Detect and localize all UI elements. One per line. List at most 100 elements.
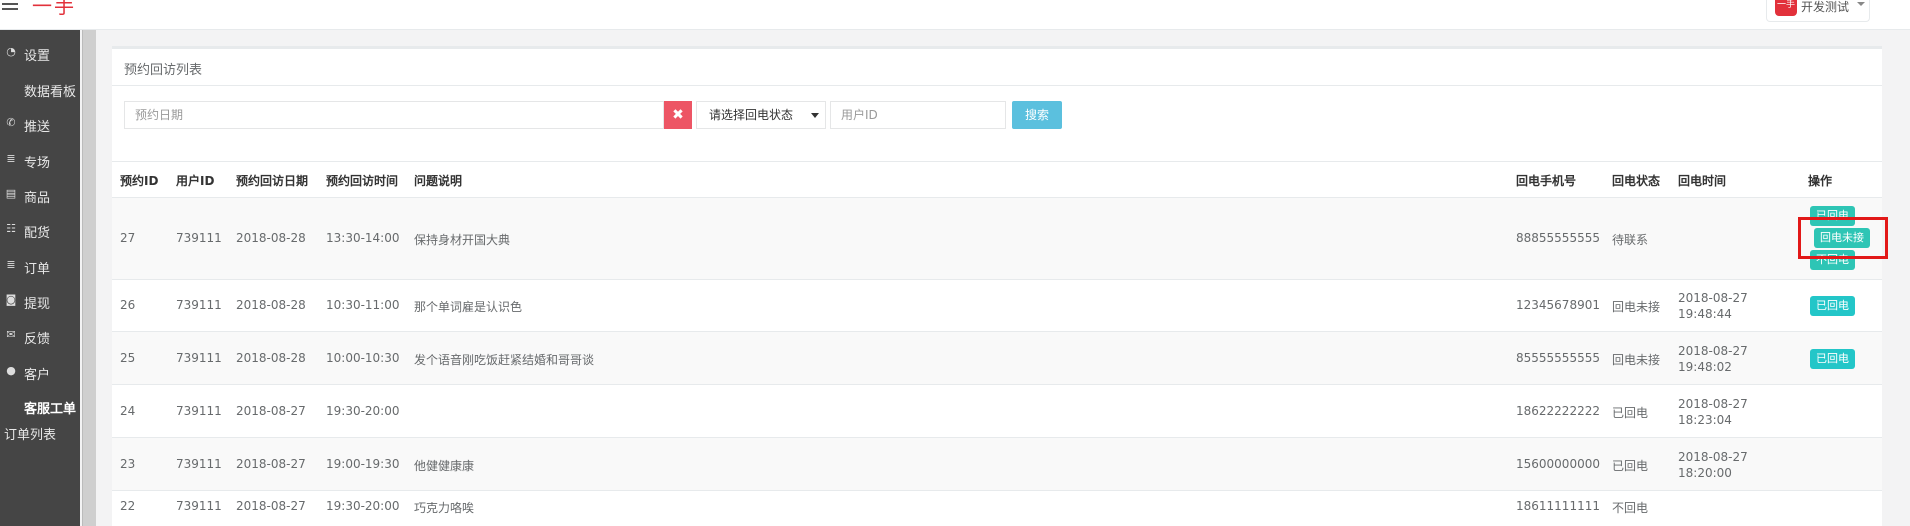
cell-callback-time: 2018-08-27 19:48:44 (1678, 290, 1748, 322)
cell-time: 10:00-10:30 (326, 350, 400, 365)
user-menu[interactable]: 一手 开发测试 (1766, 0, 1870, 22)
cell-user-id: 739111 (176, 298, 222, 312)
cell-id: 24 (120, 403, 136, 418)
callback-date: 2018-08-27 (1678, 291, 1748, 305)
cell-date: 2018-08-27 (236, 499, 306, 513)
column-header[interactable]: 预约ID (120, 172, 158, 189)
search-button[interactable]: 搜索 (1012, 101, 1062, 129)
cell-time: 19:30-20:00 (326, 403, 400, 418)
cell-desc: 他健健康康 (414, 458, 475, 473)
column-header[interactable]: 回电状态 (1612, 172, 1660, 189)
sidebar-item-11[interactable]: 订单列表 (0, 414, 80, 450)
cell-date: 2018-08-28 (236, 231, 306, 245)
panel-title: 预约回访列表 (124, 63, 203, 78)
top-navbar: 一手 一手 开发测试 (0, 0, 1910, 30)
sidebar-item-4[interactable]: ▤ 商品 (0, 177, 80, 213)
cell-desc: 巧克力咯唉 (414, 501, 475, 515)
cell-callback-time: 2018-08-27 18:23:04 (1678, 396, 1748, 428)
cell-desc: 保持身材开国大典 (414, 233, 511, 247)
cell-time: 13:30-14:00 (326, 231, 400, 245)
cell-user-id: 739111 (176, 231, 222, 245)
sidebar-item-label: 专场 (24, 156, 51, 171)
clear-date-button[interactable]: ✖ (664, 101, 692, 129)
cell-user-id: 739111 (176, 403, 222, 418)
cell-id: 23 (120, 456, 136, 471)
cell-desc: 发个语音刚吃饭赶紧结婚和哥哥谈 (414, 352, 595, 367)
select-value: 请选择回电状态 (709, 108, 794, 122)
list-ol-icon: ☷ (6, 222, 16, 235)
cell-status: 已回电 (1612, 405, 1649, 420)
callback-date: 2018-08-27 (1678, 449, 1748, 464)
sidebar-item-5[interactable]: ☷ 配货 (0, 212, 80, 248)
hamburger-menu-icon[interactable] (2, 0, 18, 14)
table-row: 22 739111 2018-08-27 19:30-20:00 巧克力咯唉 186111… (112, 490, 1882, 526)
cell-id: 25 (120, 350, 136, 365)
column-header[interactable]: 问题说明 (414, 172, 462, 189)
table-icon: ▤ (5, 187, 17, 200)
cell-phone: 18622222222 (1516, 403, 1600, 418)
table-row: 25 739111 2018-08-28 10:00-10:30 发个语音刚吃饭赶紧结婚… (112, 331, 1882, 384)
user-icon: ● (6, 364, 16, 377)
user-id-input[interactable]: 用户ID (830, 101, 1006, 129)
cell-date: 2018-08-27 (236, 456, 306, 471)
sidebar-item-2[interactable]: ✆ 推送 (0, 106, 80, 142)
list-icon: ≣ (6, 258, 16, 271)
cell-time: 10:30-11:00 (326, 298, 400, 312)
user-name: 开发测试 (1801, 0, 1850, 14)
cell-status: 已回电 (1612, 458, 1649, 473)
column-header[interactable]: 用户ID (176, 172, 214, 189)
sidebar-item-label: 反馈 (24, 332, 51, 347)
cell-phone: 12345678901 (1516, 298, 1600, 312)
called-back-button[interactable]: 已回电 (1810, 296, 1855, 316)
sidebar-scrollbar[interactable] (82, 30, 96, 526)
app-logo[interactable]: 一手 (32, 0, 76, 19)
cell-phone: 88855555555 (1516, 231, 1600, 245)
cell-status: 待联系 (1612, 233, 1649, 247)
sidebar-item-8[interactable]: ✉ 反馈 (0, 318, 80, 354)
money-icon: ◙ (5, 293, 17, 306)
sidebar-item-label: 商品 (24, 191, 51, 206)
sidebar-item-label: 订单列表 (4, 428, 57, 443)
sidebar-item-label: 订单 (24, 262, 51, 277)
cell-phone: 85555555555 (1516, 350, 1600, 365)
column-header[interactable]: 预约回访时间 (326, 172, 398, 189)
column-header[interactable]: 回电手机号 (1516, 172, 1576, 189)
cell-date: 2018-08-28 (236, 350, 306, 365)
appointment-date-input[interactable]: 预约日期 (124, 101, 664, 129)
cell-id: 26 (120, 298, 136, 312)
sidebar-item-7[interactable]: ◙ 提现 (0, 283, 80, 319)
sidebar-item-9[interactable]: ● 客户 (0, 354, 80, 390)
cell-phone: 15600000000 (1516, 456, 1600, 471)
table-row: 24 739111 2018-08-27 19:30-20:00 18622222222… (112, 384, 1882, 437)
callback-status-select[interactable]: 请选择回电状态 (696, 101, 826, 129)
callback-date: 2018-08-27 (1678, 343, 1748, 358)
called-back-button[interactable]: 已回电 (1810, 348, 1855, 369)
sidebar-item-0[interactable]: ◔ 设置 (0, 35, 80, 71)
dashboard-icon: ◔ (6, 45, 16, 58)
column-header[interactable]: 操作 (1808, 172, 1832, 189)
sidebar-item-label: 提现 (24, 297, 51, 312)
cell-date: 2018-08-28 (236, 298, 306, 312)
cell-user-id: 739111 (176, 456, 222, 471)
list-icon: ≣ (6, 152, 16, 165)
caret-down-icon (1857, 2, 1865, 6)
cell-callback-time: 2018-08-27 18:20:00 (1678, 449, 1748, 481)
cell-status: 不回电 (1612, 501, 1649, 515)
column-header[interactable]: 预约回访日期 (236, 172, 308, 189)
sidebar-item-3[interactable]: ≣ 专场 (0, 142, 80, 178)
cell-id: 22 (120, 499, 136, 513)
sidebar-item-label: 配货 (24, 226, 51, 241)
cell-time: 19:00-19:30 (326, 456, 400, 471)
sidebar-item-6[interactable]: ≣ 订单 (0, 248, 80, 284)
callback-clock: 18:20:00 (1678, 465, 1732, 480)
cell-status: 回电未接 (1612, 352, 1661, 367)
sidebar-item-1[interactable]: 数据看板 (0, 71, 80, 107)
column-header[interactable]: 回电时间 (1678, 172, 1726, 189)
sidebar-item-label: 推送 (24, 120, 51, 135)
highlight-frame (1798, 217, 1888, 259)
cell-user-id: 739111 (176, 350, 222, 365)
cell-callback-time: 2018-08-27 19:48:02 (1678, 343, 1748, 375)
table-row: 26 739111 2018-08-28 10:30-11:00 那个单词雇是认识色 12… (112, 279, 1882, 331)
table-header: 预约ID 用户ID 预约回访日期 预约回访时间 问题说明 回电手机号 回电状态 回电时间 操作 (112, 161, 1882, 197)
sidebar-item-label: 客户 (24, 368, 51, 383)
